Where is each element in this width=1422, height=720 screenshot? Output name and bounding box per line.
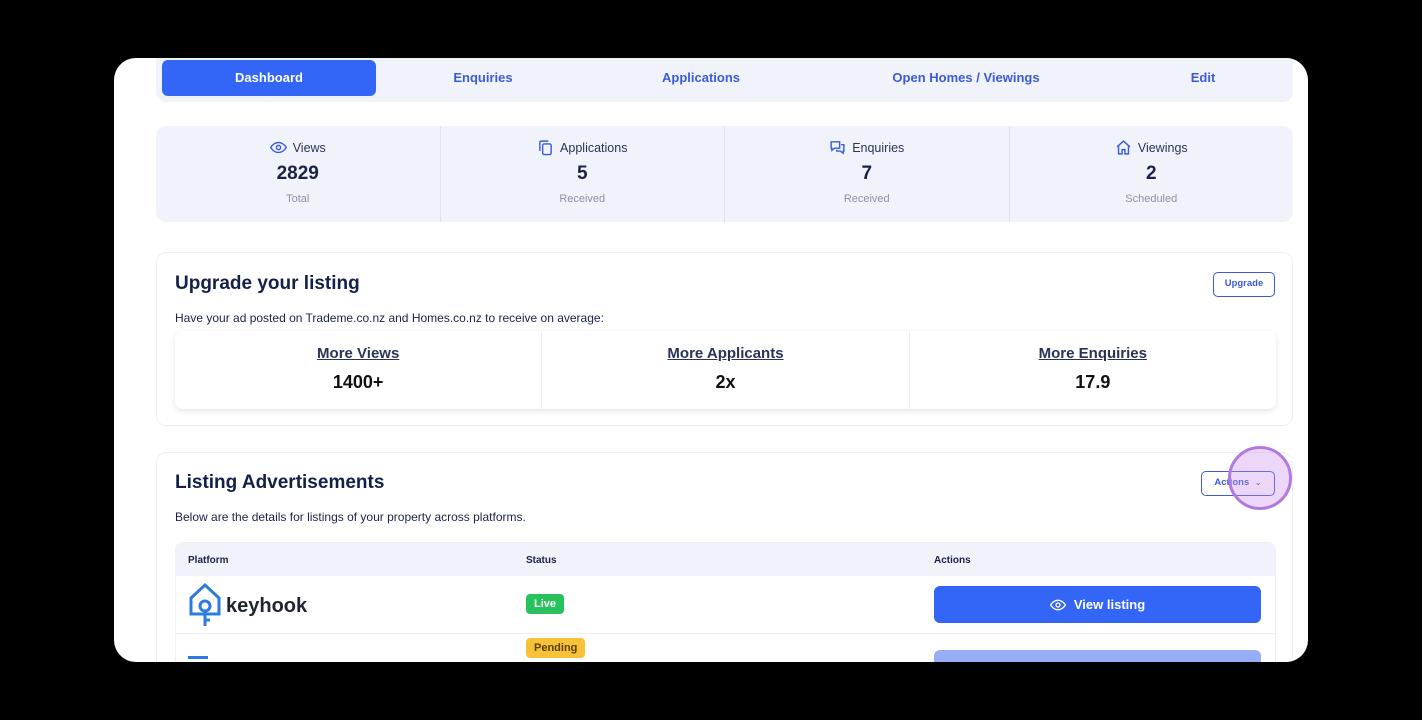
stat-value: 2829 (276, 163, 319, 184)
stat-label: Applications (560, 140, 628, 155)
metric-value: 17.9 (1075, 372, 1111, 392)
panel-title: Upgrade your listing (175, 273, 360, 294)
metric-label[interactable]: More Enquiries (910, 345, 1276, 362)
platform-logo-partial (188, 656, 208, 662)
stat-sub: Received (843, 193, 890, 205)
status-badge: Pending (526, 638, 586, 658)
tab-open-homes-viewings[interactable]: Open Homes / Viewings (872, 60, 1060, 96)
column-status: Status (526, 555, 557, 566)
stats-summary: Views 2829 Total Applications 5 Received… (156, 126, 1293, 222)
metric-label[interactable]: More Applicants (542, 345, 908, 362)
listing-table: Platform Status Actions keyhook Live Vie… (175, 542, 1276, 662)
view-listing-button[interactable]: View listing (934, 586, 1261, 623)
stat-label: Views (292, 140, 326, 155)
tab-bar: Dashboard Enquiries Applications Open Ho… (156, 58, 1293, 102)
actions-dropdown-button[interactable]: Actions ⌄ (1201, 471, 1275, 496)
stat-value: 5 (576, 163, 588, 184)
stat-label: Enquiries (852, 140, 905, 155)
stat-viewings: Viewings 2 Scheduled (1010, 126, 1294, 222)
platform-name: keyhook (226, 594, 308, 617)
stat-sub: Received (559, 193, 606, 205)
table-header: Platform Status Actions (176, 543, 1275, 576)
actions-label: Actions (1214, 477, 1250, 488)
table-row: keyhook Live View listing (176, 576, 1275, 634)
stat-label: Viewings (1137, 140, 1188, 155)
column-platform: Platform (188, 555, 229, 566)
view-listing-button-disabled[interactable] (934, 650, 1261, 662)
keyhook-logo: keyhook (188, 582, 307, 630)
home-icon (1116, 140, 1131, 155)
column-actions: Actions (934, 555, 971, 566)
chevron-down-icon: ⌄ (1254, 478, 1262, 487)
stat-enquiries: Enquiries 7 Received (725, 126, 1010, 222)
panel-description: Have your ad posted on Trademe.co.nz and… (175, 311, 604, 325)
upgrade-listing-panel: Upgrade your listing Have your ad posted… (156, 252, 1293, 426)
panel-description: Below are the details for listings of yo… (175, 510, 526, 524)
tab-dashboard[interactable]: Dashboard (162, 60, 376, 96)
keyhook-logo-icon (189, 582, 221, 626)
table-row: Pending (176, 634, 1275, 662)
metric-value: 2x (715, 372, 736, 392)
tab-enquiries[interactable]: Enquiries (388, 60, 578, 96)
chat-icon (830, 141, 845, 155)
metric-value: 1400+ (332, 372, 384, 392)
stat-applications: Applications 5 Received (441, 126, 725, 222)
eye-icon (1049, 599, 1066, 610)
upgrade-button[interactable]: Upgrade (1213, 272, 1275, 297)
status-badge: Live (526, 594, 565, 614)
app-window: Dashboard Enquiries Applications Open Ho… (114, 58, 1308, 662)
tab-edit[interactable]: Edit (1146, 60, 1260, 96)
upgrade-metrics: More Views 1400+ More Applicants 2x More… (175, 331, 1276, 409)
copy-icon (539, 140, 552, 156)
view-listing-label: View listing (1073, 597, 1146, 612)
stat-value: 7 (861, 163, 873, 184)
stat-sub: Total (286, 193, 310, 205)
metric-views: More Views 1400+ (175, 331, 543, 409)
metric-applicants: More Applicants 2x (542, 331, 910, 409)
tab-applications[interactable]: Applications (602, 60, 800, 96)
metric-label[interactable]: More Views (175, 345, 541, 362)
metric-enquiries: More Enquiries 17.9 (910, 331, 1276, 409)
stat-views: Views 2829 Total (156, 126, 441, 222)
listing-advertisements-panel: Listing Advertisements Below are the det… (156, 452, 1293, 662)
stat-value: 2 (1145, 163, 1157, 184)
eye-icon (269, 141, 287, 154)
stat-sub: Scheduled (1125, 193, 1178, 205)
panel-title: Listing Advertisements (175, 472, 385, 493)
